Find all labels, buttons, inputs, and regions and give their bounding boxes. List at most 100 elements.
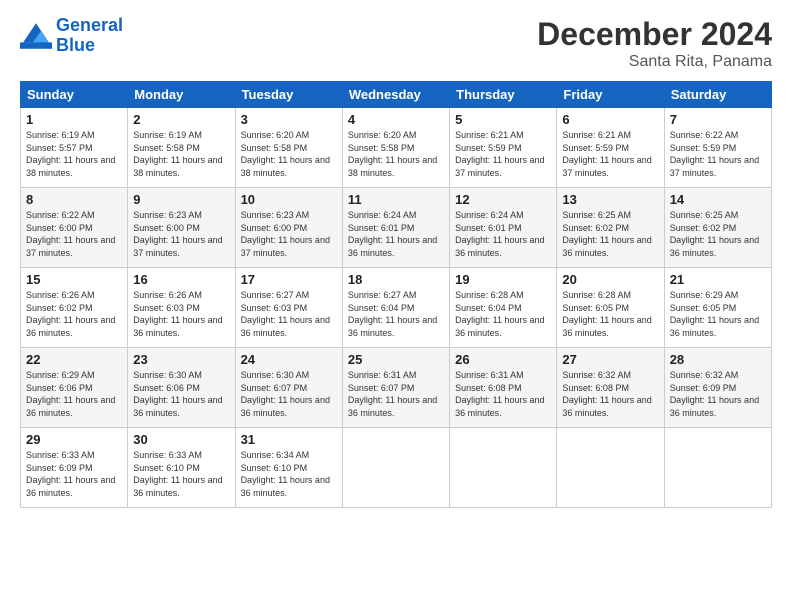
cell-text: Sunrise: 6:21 AMSunset: 5:59 PMDaylight:…: [562, 130, 651, 178]
header-day-friday: Friday: [557, 82, 664, 108]
calendar-cell: 20 Sunrise: 6:28 AMSunset: 6:05 PMDaylig…: [557, 268, 664, 348]
cell-text: Sunrise: 6:28 AMSunset: 6:04 PMDaylight:…: [455, 290, 544, 338]
header: General Blue December 2024 Santa Rita, P…: [20, 16, 772, 71]
cell-text: Sunrise: 6:19 AMSunset: 5:58 PMDaylight:…: [133, 130, 222, 178]
day-number: 6: [562, 112, 658, 127]
week-row-2: 8 Sunrise: 6:22 AMSunset: 6:00 PMDayligh…: [21, 188, 772, 268]
day-number: 10: [241, 192, 337, 207]
day-number: 23: [133, 352, 229, 367]
day-number: 29: [26, 432, 122, 447]
day-number: 31: [241, 432, 337, 447]
day-number: 7: [670, 112, 766, 127]
day-number: 21: [670, 272, 766, 287]
calendar-cell: 10 Sunrise: 6:23 AMSunset: 6:00 PMDaylig…: [235, 188, 342, 268]
cell-text: Sunrise: 6:25 AMSunset: 6:02 PMDaylight:…: [670, 210, 759, 258]
calendar-cell: 4 Sunrise: 6:20 AMSunset: 5:58 PMDayligh…: [342, 108, 449, 188]
cell-text: Sunrise: 6:28 AMSunset: 6:05 PMDaylight:…: [562, 290, 651, 338]
day-number: 4: [348, 112, 444, 127]
calendar-cell: 13 Sunrise: 6:25 AMSunset: 6:02 PMDaylig…: [557, 188, 664, 268]
week-row-3: 15 Sunrise: 6:26 AMSunset: 6:02 PMDaylig…: [21, 268, 772, 348]
calendar-cell: 26 Sunrise: 6:31 AMSunset: 6:08 PMDaylig…: [450, 348, 557, 428]
calendar-cell: 17 Sunrise: 6:27 AMSunset: 6:03 PMDaylig…: [235, 268, 342, 348]
header-row: SundayMondayTuesdayWednesdayThursdayFrid…: [21, 82, 772, 108]
calendar-cell: 18 Sunrise: 6:27 AMSunset: 6:04 PMDaylig…: [342, 268, 449, 348]
calendar-cell: 3 Sunrise: 6:20 AMSunset: 5:58 PMDayligh…: [235, 108, 342, 188]
day-number: 26: [455, 352, 551, 367]
week-row-5: 29 Sunrise: 6:33 AMSunset: 6:09 PMDaylig…: [21, 428, 772, 508]
cell-text: Sunrise: 6:29 AMSunset: 6:05 PMDaylight:…: [670, 290, 759, 338]
cell-text: Sunrise: 6:33 AMSunset: 6:10 PMDaylight:…: [133, 450, 222, 498]
cell-text: Sunrise: 6:25 AMSunset: 6:02 PMDaylight:…: [562, 210, 651, 258]
calendar-cell: 6 Sunrise: 6:21 AMSunset: 5:59 PMDayligh…: [557, 108, 664, 188]
calendar-cell: 2 Sunrise: 6:19 AMSunset: 5:58 PMDayligh…: [128, 108, 235, 188]
calendar-cell: 15 Sunrise: 6:26 AMSunset: 6:02 PMDaylig…: [21, 268, 128, 348]
title-block: December 2024 Santa Rita, Panama: [537, 16, 772, 71]
calendar-cell: 19 Sunrise: 6:28 AMSunset: 6:04 PMDaylig…: [450, 268, 557, 348]
logo: General Blue: [20, 16, 123, 56]
cell-text: Sunrise: 6:27 AMSunset: 6:04 PMDaylight:…: [348, 290, 437, 338]
cell-text: Sunrise: 6:31 AMSunset: 6:07 PMDaylight:…: [348, 370, 437, 418]
cell-text: Sunrise: 6:19 AMSunset: 5:57 PMDaylight:…: [26, 130, 115, 178]
calendar-cell: 28 Sunrise: 6:32 AMSunset: 6:09 PMDaylig…: [664, 348, 771, 428]
cell-text: Sunrise: 6:27 AMSunset: 6:03 PMDaylight:…: [241, 290, 330, 338]
calendar-cell: [342, 428, 449, 508]
day-number: 18: [348, 272, 444, 287]
day-number: 27: [562, 352, 658, 367]
calendar-cell: 29 Sunrise: 6:33 AMSunset: 6:09 PMDaylig…: [21, 428, 128, 508]
calendar-cell: 30 Sunrise: 6:33 AMSunset: 6:10 PMDaylig…: [128, 428, 235, 508]
header-day-thursday: Thursday: [450, 82, 557, 108]
calendar-cell: 1 Sunrise: 6:19 AMSunset: 5:57 PMDayligh…: [21, 108, 128, 188]
cell-text: Sunrise: 6:32 AMSunset: 6:09 PMDaylight:…: [670, 370, 759, 418]
calendar-cell: 31 Sunrise: 6:34 AMSunset: 6:10 PMDaylig…: [235, 428, 342, 508]
calendar-cell: 8 Sunrise: 6:22 AMSunset: 6:00 PMDayligh…: [21, 188, 128, 268]
week-row-4: 22 Sunrise: 6:29 AMSunset: 6:06 PMDaylig…: [21, 348, 772, 428]
day-number: 30: [133, 432, 229, 447]
month-title: December 2024: [537, 16, 772, 53]
cell-text: Sunrise: 6:29 AMSunset: 6:06 PMDaylight:…: [26, 370, 115, 418]
day-number: 2: [133, 112, 229, 127]
day-number: 5: [455, 112, 551, 127]
cell-text: Sunrise: 6:23 AMSunset: 6:00 PMDaylight:…: [241, 210, 330, 258]
day-number: 28: [670, 352, 766, 367]
day-number: 11: [348, 192, 444, 207]
day-number: 25: [348, 352, 444, 367]
cell-text: Sunrise: 6:31 AMSunset: 6:08 PMDaylight:…: [455, 370, 544, 418]
cell-text: Sunrise: 6:26 AMSunset: 6:03 PMDaylight:…: [133, 290, 222, 338]
calendar-cell: 14 Sunrise: 6:25 AMSunset: 6:02 PMDaylig…: [664, 188, 771, 268]
cell-text: Sunrise: 6:21 AMSunset: 5:59 PMDaylight:…: [455, 130, 544, 178]
week-row-1: 1 Sunrise: 6:19 AMSunset: 5:57 PMDayligh…: [21, 108, 772, 188]
day-number: 22: [26, 352, 122, 367]
calendar-cell: 22 Sunrise: 6:29 AMSunset: 6:06 PMDaylig…: [21, 348, 128, 428]
cell-text: Sunrise: 6:24 AMSunset: 6:01 PMDaylight:…: [348, 210, 437, 258]
header-day-saturday: Saturday: [664, 82, 771, 108]
calendar-cell: 21 Sunrise: 6:29 AMSunset: 6:05 PMDaylig…: [664, 268, 771, 348]
cell-text: Sunrise: 6:32 AMSunset: 6:08 PMDaylight:…: [562, 370, 651, 418]
calendar-cell: [450, 428, 557, 508]
calendar-cell: 9 Sunrise: 6:23 AMSunset: 6:00 PMDayligh…: [128, 188, 235, 268]
day-number: 9: [133, 192, 229, 207]
calendar-cell: 5 Sunrise: 6:21 AMSunset: 5:59 PMDayligh…: [450, 108, 557, 188]
calendar-header: SundayMondayTuesdayWednesdayThursdayFrid…: [21, 82, 772, 108]
day-number: 19: [455, 272, 551, 287]
cell-text: Sunrise: 6:23 AMSunset: 6:00 PMDaylight:…: [133, 210, 222, 258]
calendar-cell: 16 Sunrise: 6:26 AMSunset: 6:03 PMDaylig…: [128, 268, 235, 348]
cell-text: Sunrise: 6:30 AMSunset: 6:07 PMDaylight:…: [241, 370, 330, 418]
calendar-cell: 25 Sunrise: 6:31 AMSunset: 6:07 PMDaylig…: [342, 348, 449, 428]
day-number: 14: [670, 192, 766, 207]
location-title: Santa Rita, Panama: [537, 53, 772, 71]
day-number: 24: [241, 352, 337, 367]
page: General Blue December 2024 Santa Rita, P…: [0, 0, 792, 612]
header-day-tuesday: Tuesday: [235, 82, 342, 108]
cell-text: Sunrise: 6:20 AMSunset: 5:58 PMDaylight:…: [348, 130, 437, 178]
day-number: 16: [133, 272, 229, 287]
day-number: 12: [455, 192, 551, 207]
calendar-cell: 27 Sunrise: 6:32 AMSunset: 6:08 PMDaylig…: [557, 348, 664, 428]
calendar-cell: 24 Sunrise: 6:30 AMSunset: 6:07 PMDaylig…: [235, 348, 342, 428]
day-number: 17: [241, 272, 337, 287]
cell-text: Sunrise: 6:20 AMSunset: 5:58 PMDaylight:…: [241, 130, 330, 178]
cell-text: Sunrise: 6:22 AMSunset: 6:00 PMDaylight:…: [26, 210, 115, 258]
calendar-body: 1 Sunrise: 6:19 AMSunset: 5:57 PMDayligh…: [21, 108, 772, 508]
calendar-cell: [664, 428, 771, 508]
header-day-monday: Monday: [128, 82, 235, 108]
day-number: 3: [241, 112, 337, 127]
